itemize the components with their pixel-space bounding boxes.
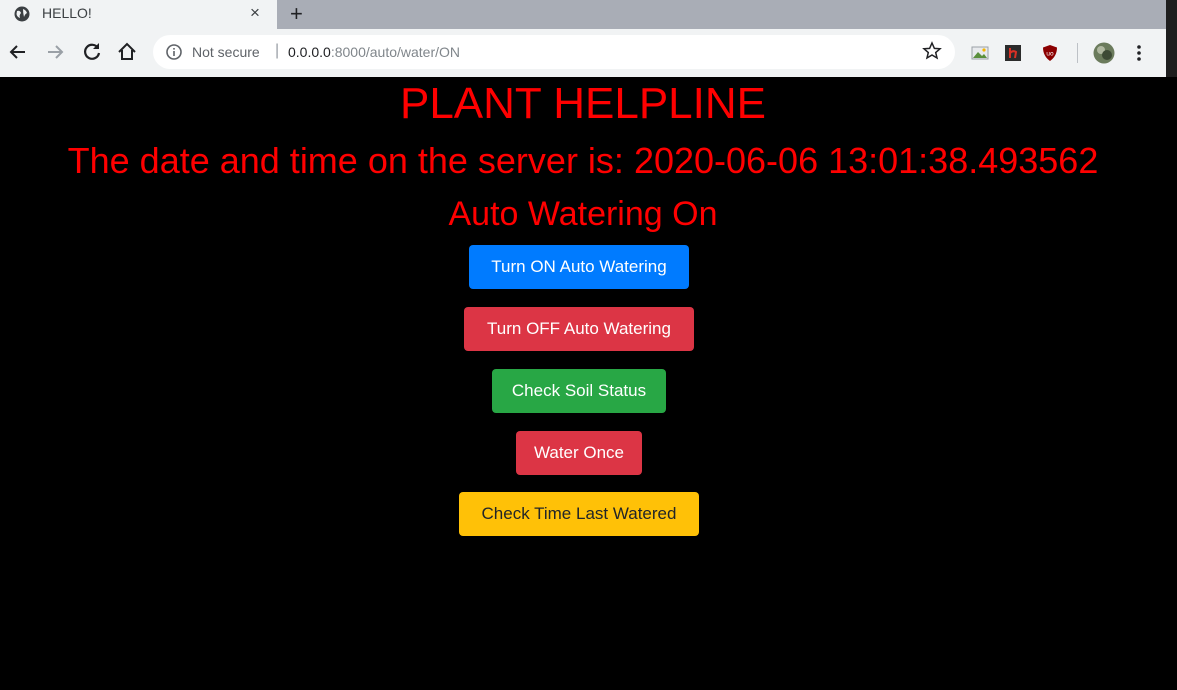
water-once-button[interactable]: Water Once bbox=[516, 431, 642, 475]
server-datetime: The date and time on the server is: 2020… bbox=[67, 140, 1099, 181]
image-extension-icon[interactable] bbox=[971, 44, 989, 62]
url-path: :8000/auto/water/ON bbox=[330, 44, 461, 60]
security-label: Not secure bbox=[192, 44, 260, 60]
tab-title: HELLO! bbox=[42, 5, 92, 21]
check-time-last-watered-button[interactable]: Check Time Last Watered bbox=[459, 492, 699, 536]
menu-dots-icon[interactable] bbox=[1131, 41, 1147, 65]
turn-off-auto-watering-button[interactable]: Turn OFF Auto Watering bbox=[464, 307, 694, 351]
url-text: 0.0.0.0:8000/auto/water/ON bbox=[288, 44, 460, 60]
reload-icon[interactable] bbox=[79, 39, 105, 65]
back-arrow-icon[interactable] bbox=[5, 39, 31, 65]
watering-status: Auto Watering On bbox=[448, 195, 718, 233]
h-extension-icon[interactable] bbox=[1004, 44, 1022, 62]
profile-avatar-icon[interactable] bbox=[1093, 42, 1115, 64]
browser-tab[interactable]: HELLO! × bbox=[0, 0, 277, 29]
forward-arrow-icon[interactable] bbox=[42, 39, 68, 65]
turn-on-auto-watering-button[interactable]: Turn ON Auto Watering bbox=[469, 245, 689, 289]
tab-strip: HELLO! × + bbox=[0, 0, 1177, 29]
address-separator: | bbox=[275, 42, 280, 59]
address-bar[interactable]: Not secure | 0.0.0.0:8000/auto/water/ON bbox=[153, 35, 955, 69]
bookmark-star-icon[interactable] bbox=[922, 41, 942, 61]
new-tab-icon[interactable]: + bbox=[290, 0, 303, 27]
check-soil-status-button[interactable]: Check Soil Status bbox=[492, 369, 666, 413]
home-icon[interactable] bbox=[114, 39, 140, 65]
browser-toolbar: Not secure | 0.0.0.0:8000/auto/water/ON … bbox=[0, 29, 1166, 77]
page-title: PLANT HELPLINE bbox=[399, 79, 766, 128]
globe-icon bbox=[14, 6, 30, 22]
svg-text:uo: uo bbox=[1046, 51, 1054, 58]
info-icon[interactable] bbox=[165, 43, 183, 61]
page-content: PLANT HELPLINE The date and time on the … bbox=[0, 77, 1166, 690]
ublock-shield-icon[interactable]: uo bbox=[1041, 44, 1059, 62]
url-host: 0.0.0.0 bbox=[288, 44, 331, 60]
toolbar-divider bbox=[1077, 43, 1078, 63]
window-edge bbox=[1166, 0, 1177, 77]
close-tab-icon[interactable]: × bbox=[250, 3, 260, 23]
